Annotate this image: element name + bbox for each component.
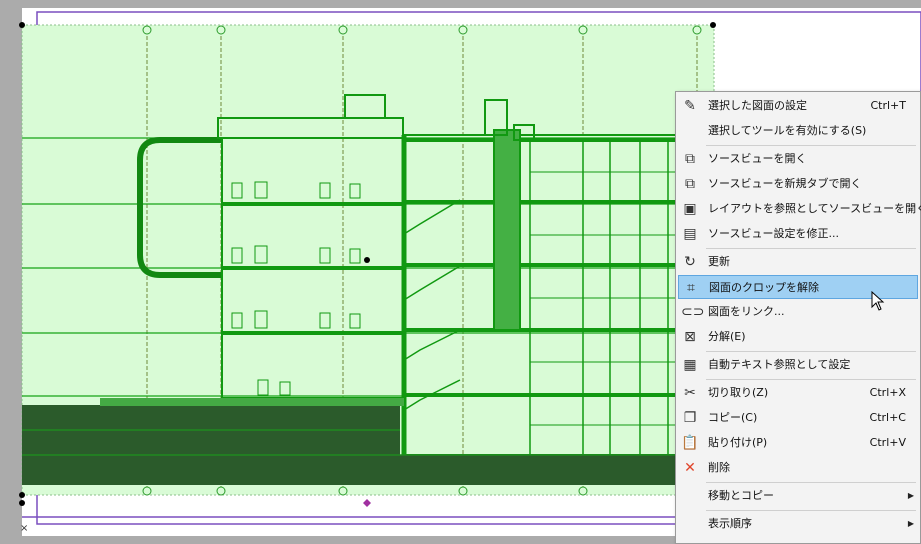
- menu-item[interactable]: ↻ 更新: [678, 250, 918, 274]
- menu-item-label: レイアウトを参照としてソースビューを開く: [708, 202, 921, 215]
- menu-item-label: 貼り付け(P): [708, 436, 768, 449]
- menu-item[interactable]: 選択してツールを有効にする(S): [678, 119, 918, 143]
- open-source-view-icon: ⧉: [685, 151, 695, 167]
- pencil-settings-icon: ✎: [684, 98, 696, 114]
- ground-slab: [22, 405, 400, 485]
- menu-item-shortcut: Ctrl+C: [869, 411, 906, 424]
- explode-icon: ⊠: [684, 329, 696, 345]
- menu-item[interactable]: ✂ 切り取り(Z) Ctrl+X: [678, 381, 918, 405]
- menu-item[interactable]: ▦ 自動テキスト参照として設定: [678, 353, 918, 377]
- copy-icon: ❐: [683, 410, 697, 426]
- anchor-x-icon: ×: [20, 523, 28, 534]
- menu-item-label: ソースビューを新規タブで開く: [708, 177, 862, 190]
- menu-item[interactable]: ❐ コピー(C) Ctrl+C: [678, 406, 918, 430]
- menu-item[interactable]: ⧉ ソースビューを新規タブで開く: [678, 172, 918, 196]
- menu-item[interactable]: ⊠ 分解(E): [678, 325, 918, 349]
- menu-item-label: 表示順序: [708, 517, 752, 530]
- menu-item-shortcut: Ctrl+T: [870, 99, 906, 112]
- menu-separator: [706, 482, 916, 483]
- menu-separator: [706, 351, 916, 352]
- menu-separator: [706, 510, 916, 511]
- menu-separator: [706, 379, 916, 380]
- menu-item-label: 選択してツールを有効にする(S): [708, 124, 867, 137]
- open-source-view-tab-icon: ⧉: [685, 176, 695, 192]
- layout-reference-icon: ▣: [683, 201, 697, 217]
- source-view-settings-icon: ▤: [683, 226, 697, 242]
- menu-item-label: 移動とコピー: [708, 489, 774, 502]
- menu-item[interactable]: ✕ 削除: [678, 456, 918, 480]
- submenu-arrow-icon: ▶: [907, 519, 914, 528]
- refresh-icon: ↻: [684, 254, 696, 270]
- menu-item-label: 図面をリンク...: [708, 305, 785, 318]
- menu-item-label: 図面のクロップを解除: [709, 281, 819, 294]
- menu-separator: [706, 145, 916, 146]
- menu-item-label: 選択した図面の設定: [708, 99, 807, 112]
- menu-separator: [706, 248, 916, 249]
- menu-item-label: ソースビュー設定を修正...: [708, 227, 839, 240]
- menu-item[interactable]: ✎ 選択した図面の設定 Ctrl+T: [678, 94, 918, 118]
- menu-item[interactable]: ⧉ ソースビューを開く: [678, 147, 918, 171]
- menu-item-label: 分解(E): [708, 330, 746, 343]
- menu-item-label: 更新: [708, 255, 730, 268]
- context-menu: ✎ 選択した図面の設定 Ctrl+T 選択してツールを有効にする(S) ⧉ ソースビューを…: [675, 91, 921, 544]
- paste-icon: 📋: [681, 435, 699, 451]
- menu-item[interactable]: 表示順序 ▶: [678, 512, 918, 536]
- menu-item-label: コピー(C): [708, 411, 758, 424]
- menu-item[interactable]: 移動とコピー ▶: [678, 484, 918, 508]
- menu-item-label: 自動テキスト参照として設定: [708, 358, 851, 371]
- mouse-cursor-icon: [871, 291, 885, 311]
- menu-item-label: 切り取り(Z): [708, 386, 769, 399]
- crop-icon: ⌗: [687, 280, 695, 296]
- menu-item-shortcut: Ctrl+V: [869, 436, 906, 449]
- link-icon: ⊂⊃: [681, 304, 705, 320]
- submenu-arrow-icon: ▶: [907, 491, 914, 500]
- menu-item-shortcut: Ctrl+X: [869, 386, 906, 399]
- menu-item-label: ソースビューを開く: [708, 152, 807, 165]
- scissors-icon: ✂: [684, 385, 696, 401]
- menu-item[interactable]: 📋 貼り付け(P) Ctrl+V: [678, 431, 918, 455]
- autotext-icon: ▦: [683, 357, 697, 373]
- menu-item-label: 削除: [708, 461, 730, 474]
- delete-x-icon: ✕: [684, 460, 696, 476]
- menu-item[interactable]: ▤ ソースビュー設定を修正...: [678, 222, 918, 246]
- menu-item[interactable]: ▣ レイアウトを参照としてソースビューを開く: [678, 197, 921, 221]
